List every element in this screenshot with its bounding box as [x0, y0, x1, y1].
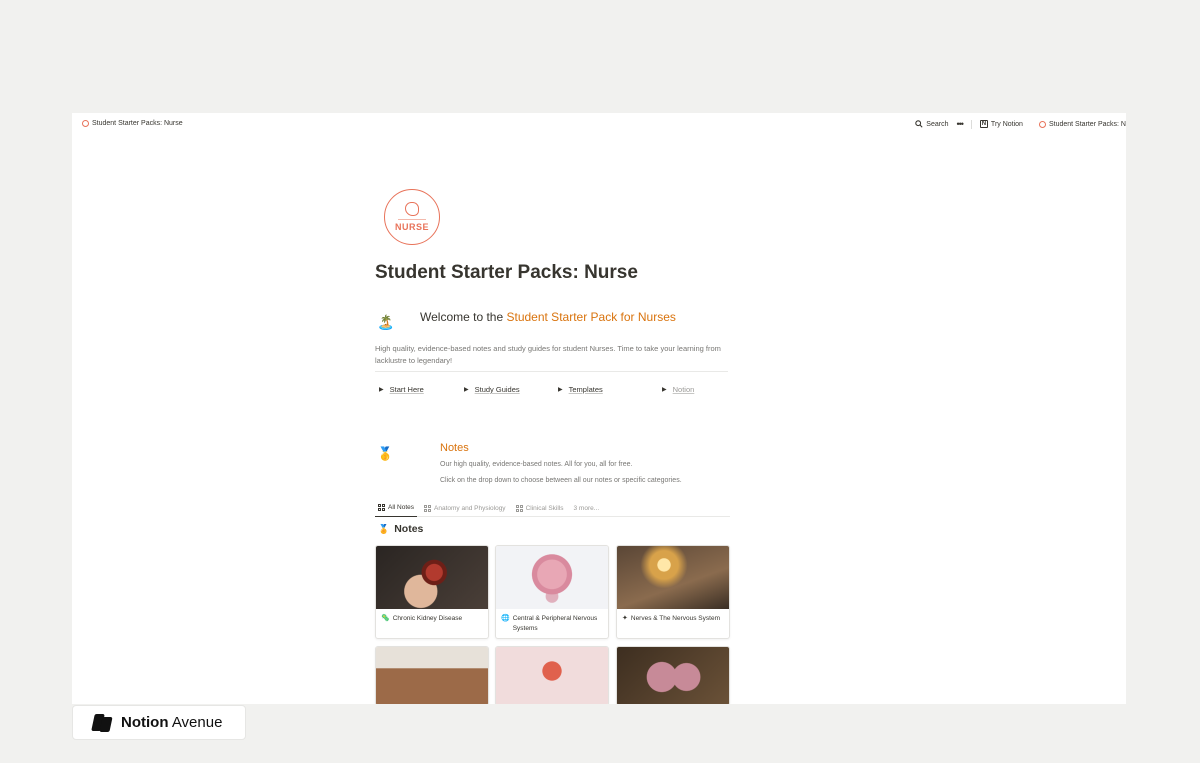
page-tab[interactable]: Student Starter Packs: N	[1038, 120, 1126, 128]
logo-divider	[398, 219, 426, 220]
card-cover-image	[496, 546, 608, 609]
card-cover-image	[617, 546, 729, 609]
toggle-arrow-icon: ▶	[379, 387, 384, 393]
page-icon	[82, 120, 89, 127]
toggle-row: ▶ Start Here ▶ Study Guides ▶ Templates …	[375, 385, 730, 397]
search-label: Search	[926, 120, 949, 128]
divider	[970, 119, 972, 129]
toggle-label: Study Guides	[474, 385, 520, 394]
tab-label: All Notes	[388, 504, 415, 511]
page-title: Student Starter Packs: Nurse	[375, 262, 638, 283]
breadcrumb[interactable]: Student Starter Packs: Nurse	[82, 120, 183, 127]
try-notion-button[interactable]: N Try Notion	[979, 120, 1023, 128]
tab-more-views[interactable]: 3 more...	[571, 500, 603, 517]
gallery-card[interactable]	[495, 646, 609, 704]
search-button[interactable]: Search	[915, 120, 948, 128]
notion-avenue-logo-icon	[91, 712, 113, 734]
card-title: Central & Peripheral Nervous Systems	[512, 615, 598, 632]
gallery-card[interactable]: 🦠 Chronic Kidney Disease	[375, 545, 489, 639]
tab-label: Clinical Skills	[525, 504, 564, 512]
notion-logo-icon: N	[979, 120, 988, 128]
globe-icon: 🌐	[501, 615, 510, 622]
toggle-notion[interactable]: ▶ Notion	[662, 385, 694, 394]
sparkle-icon: ✦	[622, 615, 628, 622]
top-bar: Student Starter Packs: Nurse Search ••• …	[72, 113, 1126, 133]
tab-clinical-skills[interactable]: Clinical Skills	[513, 500, 567, 517]
page-icon	[1038, 120, 1046, 128]
toggle-label: Templates	[568, 385, 603, 394]
card-caption: ✦ Nerves & The Nervous System	[617, 609, 729, 624]
gallery-icon	[424, 504, 432, 512]
brand-name: Notion Avenue	[121, 714, 222, 731]
toggle-start-here[interactable]: ▶ Start Here	[379, 385, 424, 394]
brand-name-rest: Avenue	[168, 714, 223, 731]
page-description: High quality, evidence-based notes and s…	[375, 344, 721, 365]
try-notion-label: Try Notion	[990, 120, 1023, 128]
gallery-card[interactable]	[616, 646, 730, 704]
search-icon	[915, 120, 923, 128]
welcome-highlight: Student Starter Pack for Nurses	[506, 310, 676, 324]
database-view-tabs: All Notes Anatomy and Physiology Clinica…	[375, 500, 730, 517]
database-title-label: Notes	[394, 523, 424, 535]
gallery-card[interactable]: 🌐 Central & Peripheral Nervous Systems	[495, 545, 609, 639]
gallery-icon	[515, 504, 523, 512]
brand-name-bold: Notion	[121, 714, 169, 731]
breadcrumb-label: Student Starter Packs: Nurse	[92, 120, 183, 127]
gallery-icon	[378, 504, 385, 511]
toggle-label: Start Here	[389, 385, 424, 394]
page-tab-label: Student Starter Packs: N	[1048, 120, 1126, 128]
notes-description: Our high quality, evidence-based notes. …	[440, 461, 633, 468]
card-cover-image	[496, 647, 608, 704]
more-options-icon[interactable]: •••	[956, 119, 964, 129]
card-cover-image	[617, 647, 729, 704]
database-title: 🏅 Notes	[378, 523, 423, 535]
section-divider	[375, 371, 728, 372]
toggle-study-guides[interactable]: ▶ Study Guides	[464, 385, 520, 394]
notes-heading: Notes	[440, 442, 469, 454]
card-cover-image	[376, 647, 488, 704]
card-title: Nerves & The Nervous System	[630, 615, 720, 622]
card-title: Chronic Kidney Disease	[392, 615, 463, 622]
gallery-card[interactable]	[375, 646, 489, 704]
card-caption: 🦠 Chronic Kidney Disease	[376, 609, 488, 624]
tab-label: 3 more...	[573, 504, 600, 512]
toggle-arrow-icon: ▶	[464, 387, 469, 393]
card-cover-image	[376, 546, 488, 609]
island-icon: 🏝️	[377, 314, 395, 330]
welcome-heading: Welcome to the Student Starter Pack for …	[420, 310, 676, 324]
gallery-card[interactable]: ✦ Nerves & The Nervous System	[616, 545, 730, 639]
page-logo: NURSE	[384, 189, 440, 245]
stethoscope-icon	[405, 202, 419, 216]
toggle-arrow-icon: ▶	[662, 387, 667, 393]
top-bar-actions: Search ••• N Try Notion Student Starter …	[915, 119, 1126, 129]
logo-text: NURSE	[394, 222, 429, 232]
medal-icon: 🥇	[377, 446, 394, 461]
toggle-label: Notion	[672, 385, 695, 394]
toggle-templates[interactable]: ▶ Templates	[558, 385, 603, 394]
virus-icon: 🦠	[381, 615, 390, 622]
brand-badge[interactable]: Notion Avenue	[72, 705, 246, 740]
notion-page-frame: Student Starter Packs: Nurse Search ••• …	[72, 113, 1126, 704]
welcome-prefix: Welcome to the	[420, 310, 507, 324]
tab-anatomy-physiology[interactable]: Anatomy and Physiology	[421, 500, 509, 517]
toggle-arrow-icon: ▶	[558, 387, 563, 393]
notes-instructions: Click on the drop down to choose between…	[440, 477, 682, 484]
medal-icon: 🏅	[378, 523, 390, 534]
tab-label: Anatomy and Physiology	[434, 504, 506, 512]
card-caption: 🌐 Central & Peripheral Nervous Systems	[496, 609, 608, 634]
tab-all-notes[interactable]: All Notes	[375, 500, 418, 517]
